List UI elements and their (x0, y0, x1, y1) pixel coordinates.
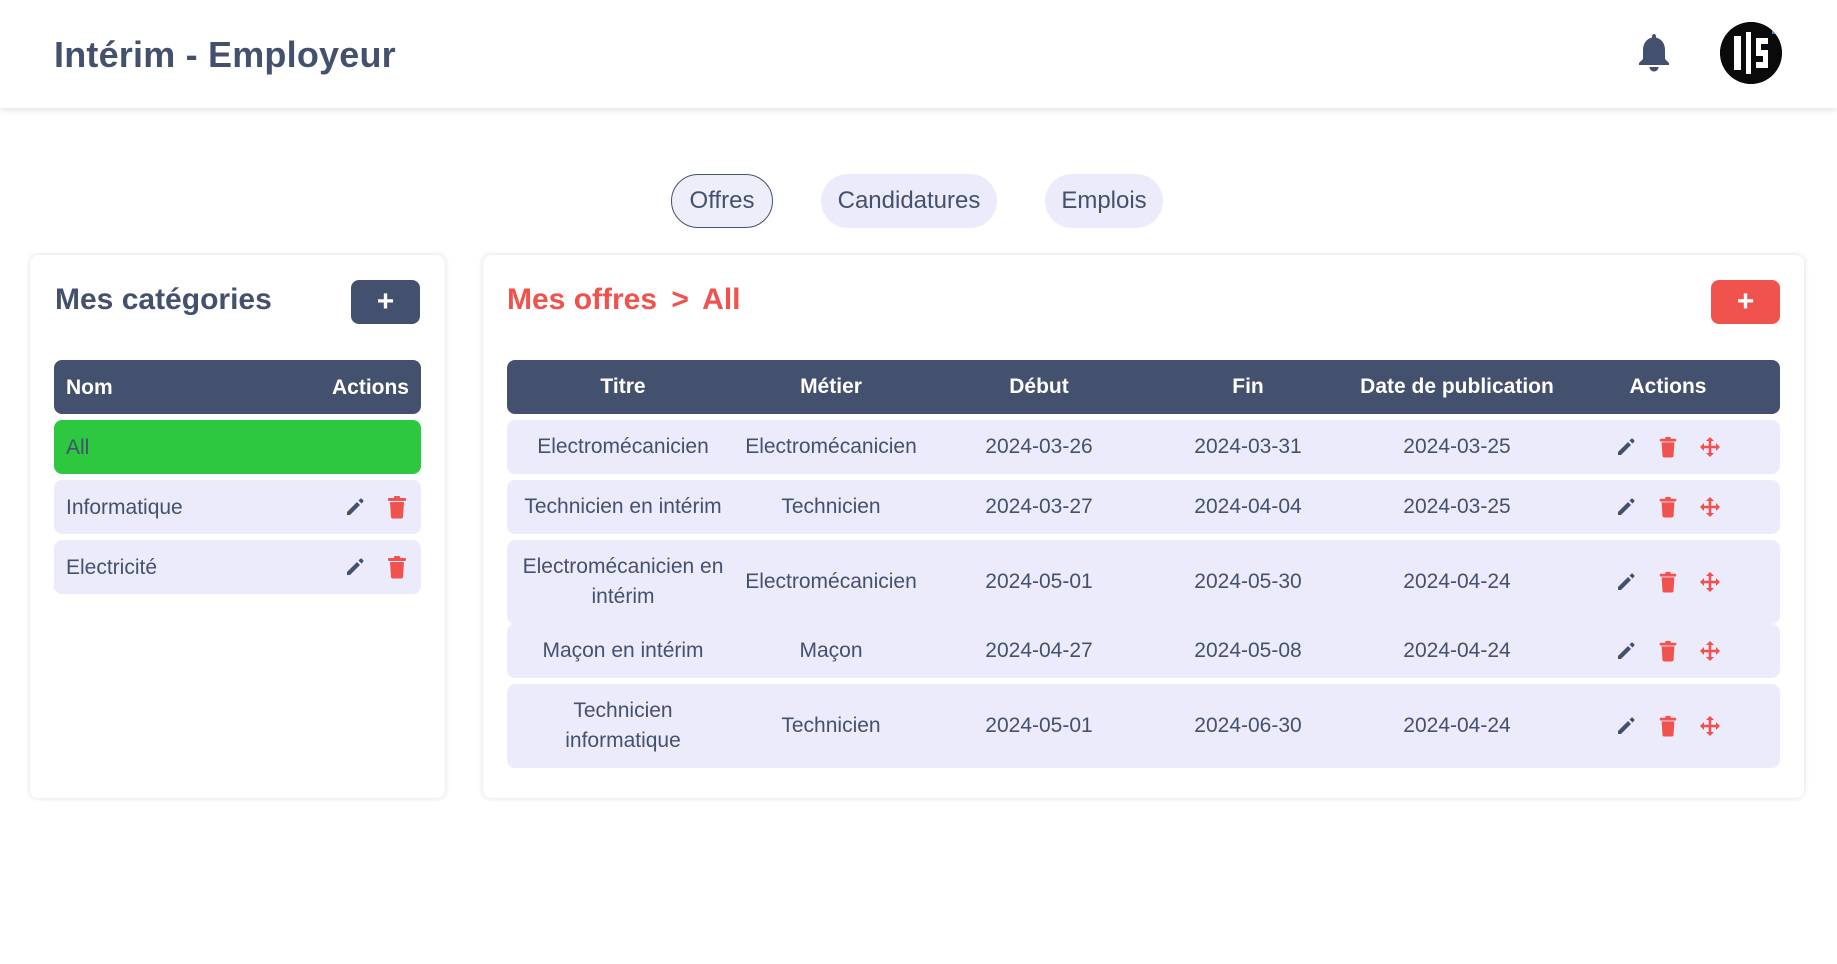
top-bar: Intérim - Employeur (0, 0, 1837, 108)
offer-date-publication: 2024-04-24 (1403, 570, 1511, 593)
offer-fin: 2024-04-04 (1194, 495, 1302, 518)
offer-date-publication: 2024-04-24 (1403, 639, 1511, 662)
column-header-nom: Nom (66, 376, 113, 399)
offer-date-publication: 2024-03-25 (1403, 495, 1511, 518)
pencil-icon[interactable] (344, 556, 366, 578)
offer-metier: Electromécanicien (745, 570, 917, 593)
offer-metier: Maçon (799, 639, 863, 662)
move-arrows-icon[interactable] (1699, 640, 1721, 662)
offer-titre: Maçon en intérim (542, 639, 704, 662)
breadcrumb-separator: > (671, 283, 689, 316)
column-header-fin: Fin (1232, 375, 1264, 398)
move-arrows-icon[interactable] (1699, 715, 1721, 737)
add-category-button[interactable]: + (351, 280, 420, 324)
column-header-metier: Métier (800, 375, 862, 398)
tab-emplois[interactable]: Emplois (1045, 174, 1163, 228)
category-item-electricite[interactable]: Electricité (54, 540, 421, 594)
categories-panel: Mes catégories + Nom Actions All Informa… (30, 255, 445, 798)
offers-table-header: Titre Métier Début Fin Date de publicati… (507, 360, 1780, 414)
pencil-icon[interactable] (1615, 640, 1637, 662)
offer-fin: 2024-03-31 (1194, 435, 1302, 458)
tab-candidatures[interactable]: Candidatures (821, 174, 997, 228)
category-label: Electricité (66, 556, 158, 579)
column-header-date-publication: Date de publication (1360, 375, 1554, 398)
offer-date-publication: 2024-04-24 (1403, 714, 1511, 737)
offer-date-publication: 2024-03-25 (1403, 435, 1511, 458)
column-header-titre: Titre (600, 375, 646, 398)
offers-filter-label: All (702, 283, 741, 316)
trash-icon[interactable] (1657, 496, 1679, 518)
table-row[interactable]: Technicien informatique Technicien 2024-05… (507, 684, 1780, 768)
offers-title-text: Mes offres (507, 283, 658, 316)
offers-title: Mes offres > All (507, 283, 741, 317)
bell-icon[interactable] (1636, 32, 1672, 72)
offer-titre: Electromécanicien (537, 435, 709, 458)
pencil-icon[interactable] (1615, 715, 1637, 737)
offer-metier: Electromécanicien (745, 435, 917, 458)
offer-actions (1573, 540, 1763, 624)
pencil-icon[interactable] (344, 496, 366, 518)
offer-debut: 2024-04-27 (985, 639, 1093, 662)
main-tabs: Offres Candidatures Emplois (0, 174, 1837, 230)
app-title: Intérim - Employeur (54, 34, 396, 75)
pencil-icon[interactable] (1615, 496, 1637, 518)
trash-icon[interactable] (387, 555, 407, 579)
offer-fin: 2024-05-30 (1194, 570, 1302, 593)
offer-actions (1573, 684, 1763, 768)
move-arrows-icon[interactable] (1699, 436, 1721, 458)
tab-offres[interactable]: Offres (671, 174, 773, 228)
table-row[interactable]: Maçon en intérim Maçon 2024-04-27 2024-05-0… (507, 624, 1780, 678)
trash-icon[interactable] (1657, 436, 1679, 458)
offer-actions (1573, 480, 1763, 534)
move-arrows-icon[interactable] (1699, 496, 1721, 518)
offer-actions (1573, 624, 1763, 678)
categories-title: Mes catégories (55, 283, 272, 316)
trash-icon[interactable] (387, 495, 407, 519)
offer-debut: 2024-05-01 (985, 714, 1093, 737)
table-row[interactable]: Technicien en intérim Technicien 2024-03-2… (507, 480, 1780, 534)
add-offer-button[interactable]: + (1711, 280, 1780, 324)
categories-table-header: Nom Actions (54, 360, 421, 414)
table-row[interactable]: Electromécanicien Electromécanicien 2024-0… (507, 420, 1780, 474)
offer-debut: 2024-03-27 (985, 495, 1093, 518)
offer-titre: Technicien informatique (565, 699, 681, 752)
offer-titre: Electromécanicien en intérim (522, 555, 724, 608)
column-header-debut: Début (1009, 375, 1069, 398)
pencil-icon[interactable] (1615, 436, 1637, 458)
category-item-informatique[interactable]: Informatique (54, 480, 421, 534)
trash-icon[interactable] (1657, 640, 1679, 662)
category-label: All (66, 436, 90, 459)
pencil-icon[interactable] (1615, 571, 1637, 593)
trash-icon[interactable] (1657, 571, 1679, 593)
offer-debut: 2024-03-26 (985, 435, 1093, 458)
category-item-all[interactable]: All (54, 420, 421, 474)
offer-fin: 2024-06-30 (1194, 714, 1302, 737)
offer-metier: Technicien (781, 495, 881, 518)
table-row[interactable]: Electromécanicien en intérim Electromécan… (507, 540, 1780, 624)
move-arrows-icon[interactable] (1699, 571, 1721, 593)
column-header-actions: Actions (331, 376, 409, 399)
offer-actions (1573, 420, 1763, 474)
offer-fin: 2024-05-08 (1194, 639, 1302, 662)
offers-panel: Mes offres > All + Titre Métier Début Fi… (483, 255, 1804, 798)
offer-titre: Technicien en intérim (524, 495, 722, 518)
user-avatar[interactable] (1720, 22, 1782, 84)
category-label: Informatique (66, 496, 183, 519)
column-header-actions: Actions (1629, 375, 1707, 398)
offer-metier: Technicien (781, 714, 881, 737)
offer-debut: 2024-05-01 (985, 570, 1093, 593)
trash-icon[interactable] (1657, 715, 1679, 737)
